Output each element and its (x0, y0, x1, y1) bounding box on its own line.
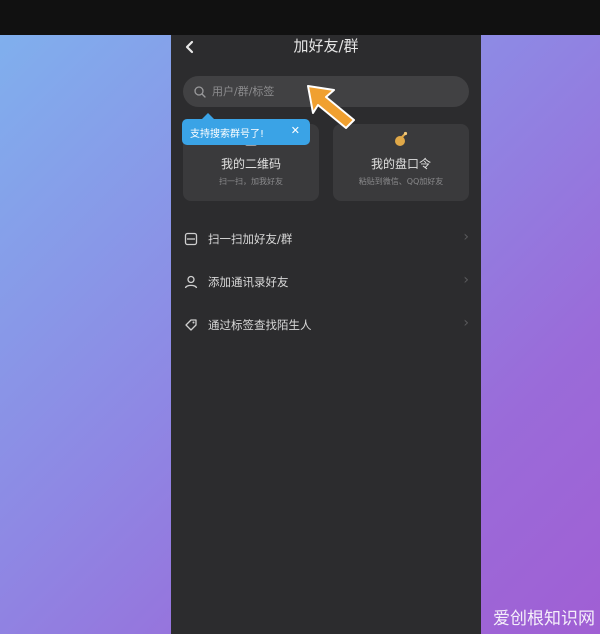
list-item-scan[interactable]: 扫一扫加好友/群 › (171, 219, 481, 259)
list-item-contacts[interactable]: 添加通讯录好友 › (171, 262, 481, 302)
tooltip-text: 支持搜索群号了! (190, 128, 265, 140)
search-group-tooltip: 支持搜索群号了! ✕ (182, 113, 310, 145)
chevron-right-icon: › (463, 229, 469, 245)
my-token-card[interactable]: 我的盘口令 粘贴到微信、QQ加好友 (333, 124, 469, 201)
token-icon (395, 131, 408, 146)
chevron-right-icon: › (463, 315, 469, 331)
chevron-right-icon: › (463, 272, 469, 288)
list-item-label: 扫一扫加好友/群 (208, 232, 293, 246)
card-subtitle: 粘贴到微信、QQ加好友 (358, 177, 444, 186)
list-item-label: 添加通讯录好友 (208, 275, 289, 289)
search-icon (194, 85, 206, 98)
page-title: 加好友/群 (293, 37, 359, 55)
card-subtitle: 扫一扫，加我好友 (219, 177, 283, 186)
tag-icon (185, 319, 197, 331)
arrow-pointer-icon (307, 85, 355, 129)
watermark: 爱创根知识网 (493, 609, 595, 629)
card-title: 我的盘口令 (370, 157, 431, 171)
top-black-bar (0, 0, 600, 35)
close-icon[interactable]: ✕ (291, 124, 300, 138)
list-item-label: 通过标签查找陌生人 (208, 318, 312, 332)
nav-bar: 加好友/群 (171, 35, 481, 71)
card-title: 我的二维码 (220, 157, 281, 171)
scan-icon (184, 232, 198, 246)
list-item-tag[interactable]: 通过标签查找陌生人 › (171, 305, 481, 345)
phone-screen: 加好友/群 我的二维码 扫一扫，加我好友 我的盘口令 粘贴到微信、QQ加好友 支… (171, 35, 481, 634)
contact-icon (184, 275, 198, 289)
